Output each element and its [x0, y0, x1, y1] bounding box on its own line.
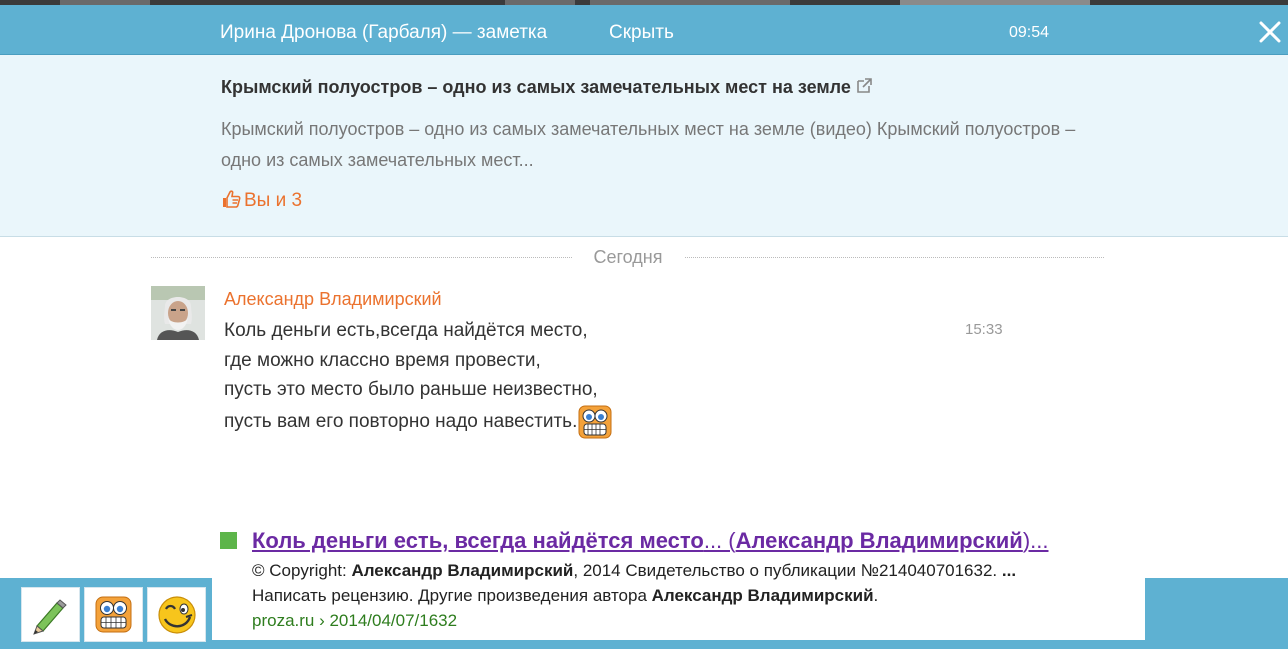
note-text: Крымский полуостров – одно из самых заме… — [221, 119, 1076, 170]
header-time: 09:54 — [1009, 24, 1050, 41]
note-title[interactable]: Крымский полуостров – одно из самых заме… — [221, 77, 873, 98]
result-review-line: Написать рецензию. Другие произведения а… — [252, 586, 878, 606]
result-title-dots[interactable]: ... ( — [704, 528, 736, 553]
header-title[interactable]: Ирина Дронова (Гарбаля) — заметка — [220, 22, 547, 44]
result-title-link[interactable]: Коль деньги есть, всегда найдётся место.… — [252, 528, 1048, 554]
result-text-author: Александр Владимирский — [351, 561, 574, 580]
message-text: Коль деньги есть,всегда найдётся место, … — [224, 316, 612, 439]
author-avatar[interactable] — [151, 286, 205, 340]
close-icon — [1259, 21, 1281, 43]
result-text: , 2014 Свидетельство о публикации №21404… — [573, 561, 1002, 580]
result-title-end[interactable]: )... — [1023, 528, 1049, 553]
result-text: © Copyright: — [252, 561, 352, 580]
pencil-button[interactable] — [21, 587, 80, 642]
message-line: где можно классно время провести, — [224, 349, 541, 371]
wink-emoticon-button[interactable] — [147, 587, 206, 642]
likes-count: Вы и 3 — [244, 190, 303, 211]
message-line: пусть вам его повторно надо навестить. — [224, 410, 578, 432]
like-button[interactable]: Вы и 3 — [221, 189, 302, 212]
result-marker-icon — [220, 532, 237, 549]
result-copyright-line: © Copyright: Александр Владимирский, 201… — [252, 561, 1016, 581]
emoticon-button[interactable] — [84, 587, 143, 642]
search-result-snippet: Коль деньги есть, всегда найдётся место.… — [212, 522, 1145, 640]
message-time: 15:33 — [965, 321, 1003, 338]
winking-emoticon-icon — [158, 596, 196, 634]
result-text-ellipsis: ... — [1001, 561, 1017, 580]
hide-button[interactable]: Скрыть — [609, 22, 674, 44]
grinning-emoticon-icon — [95, 596, 132, 633]
message-line: пусть это место было раньше неизвестно, — [224, 379, 598, 400]
dialog-header: Ирина Дронова (Гарбаля) — заметка Скрыть… — [0, 5, 1288, 55]
pencil-icon — [33, 599, 67, 635]
result-text: . — [873, 586, 879, 605]
date-divider-label: Сегодня — [572, 247, 684, 268]
grinning-emoticon-icon — [578, 405, 612, 439]
result-url-link[interactable]: proza.ru › 2014/04/07/1632 — [252, 611, 457, 631]
external-link-icon[interactable] — [856, 77, 873, 94]
thumbs-up-icon — [223, 190, 241, 208]
message-line-last: пусть вам его повторно надо навестить. — [224, 405, 612, 439]
result-title-author[interactable]: Александр Владимирский — [736, 528, 1023, 553]
message-author[interactable]: Александр Владимирский — [224, 289, 442, 310]
note-preview: Крымский полуостров – одно из самых заме… — [0, 55, 1288, 237]
message-line: Коль деньги есть,всегда найдётся место, — [224, 320, 588, 341]
result-text-author: Александр Владимирский — [651, 586, 874, 605]
result-text: Написать рецензию. Другие произведения а… — [252, 586, 652, 605]
note-title-text[interactable]: Крымский полуостров – одно из самых заме… — [221, 77, 851, 97]
close-button[interactable] — [1256, 18, 1284, 46]
result-title-main[interactable]: Коль деньги есть, всегда найдётся место — [252, 528, 704, 553]
